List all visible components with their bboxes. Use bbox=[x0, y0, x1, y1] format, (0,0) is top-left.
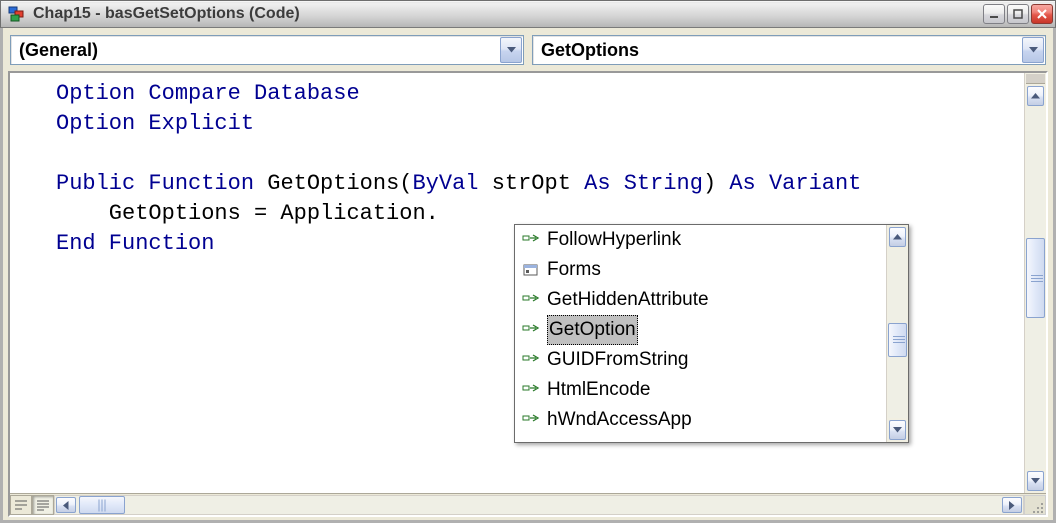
window-chrome: (General) GetOptions Option Compare Data… bbox=[0, 28, 1056, 523]
code-line: Option Explicit bbox=[56, 111, 254, 136]
object-icon bbox=[521, 262, 541, 278]
resize-grip[interactable] bbox=[1024, 495, 1046, 515]
editor-vscrollbar[interactable] bbox=[1024, 73, 1046, 493]
popup-scrollbar[interactable] bbox=[886, 225, 908, 442]
intellisense-item[interactable]: Forms bbox=[515, 255, 886, 285]
intellisense-item-label: GUIDFromString bbox=[547, 345, 688, 375]
dropdown-row: (General) GetOptions bbox=[6, 31, 1050, 69]
close-button[interactable] bbox=[1031, 4, 1053, 24]
scroll-down-button[interactable] bbox=[1027, 471, 1044, 491]
intellisense-item[interactable]: GetOption bbox=[515, 315, 886, 345]
method-icon bbox=[521, 232, 541, 248]
split-handle[interactable] bbox=[1026, 74, 1045, 84]
code-kw: ByVal bbox=[412, 171, 478, 196]
scroll-track[interactable] bbox=[1026, 108, 1045, 469]
titlebar[interactable]: Chap15 - basGetSetOptions (Code) bbox=[0, 0, 1056, 28]
scroll-track[interactable] bbox=[888, 249, 907, 418]
scroll-left-button[interactable] bbox=[56, 497, 76, 513]
intellisense-item[interactable]: FollowHyperlink bbox=[515, 225, 886, 255]
intellisense-item-label: FollowHyperlink bbox=[547, 225, 681, 255]
method-icon bbox=[521, 382, 541, 398]
procedure-combo-value: GetOptions bbox=[541, 40, 639, 61]
intellisense-item[interactable]: GUIDFromString bbox=[515, 345, 886, 375]
intellisense-item-label: HtmlEncode bbox=[547, 375, 651, 405]
bottom-strip bbox=[10, 493, 1046, 515]
method-icon bbox=[521, 352, 541, 368]
editor-hscrollbar[interactable] bbox=[54, 495, 1024, 515]
scroll-track[interactable] bbox=[78, 496, 1000, 514]
chevron-down-icon[interactable] bbox=[500, 37, 522, 63]
object-combo-value: (General) bbox=[19, 40, 98, 61]
scroll-up-button[interactable] bbox=[1027, 86, 1044, 106]
code-kw: Public bbox=[56, 171, 135, 196]
code-kw: Function bbox=[148, 171, 254, 196]
code-text: strOpt bbox=[479, 171, 585, 196]
intellisense-item-label: GetHiddenAttribute bbox=[547, 285, 709, 315]
scroll-thumb[interactable] bbox=[888, 323, 907, 357]
procedure-combo[interactable]: GetOptions bbox=[532, 35, 1046, 65]
intellisense-item[interactable]: HtmlEncode bbox=[515, 375, 886, 405]
window-title: Chap15 - basGetSetOptions (Code) bbox=[33, 5, 981, 23]
intellisense-item-label: Forms bbox=[547, 255, 601, 285]
view-full-module-button[interactable] bbox=[32, 495, 54, 515]
intellisense-item-label: hWndAccessApp bbox=[547, 405, 692, 435]
scroll-thumb[interactable] bbox=[1026, 238, 1045, 318]
scroll-up-button[interactable] bbox=[889, 227, 906, 247]
code-editor[interactable]: Option Compare Database Option Explicit … bbox=[56, 73, 1024, 493]
code-margin bbox=[10, 73, 56, 493]
code-line: GetOptions = Application. bbox=[56, 201, 439, 226]
code-line: End Function bbox=[56, 231, 214, 256]
code-text: ) bbox=[703, 171, 729, 196]
code-kw: As bbox=[729, 171, 755, 196]
method-icon bbox=[521, 322, 541, 338]
scroll-thumb[interactable] bbox=[79, 496, 125, 514]
code-kw: String bbox=[624, 171, 703, 196]
scroll-down-button[interactable] bbox=[889, 420, 906, 440]
code-text: GetOptions( bbox=[254, 171, 412, 196]
scroll-right-button[interactable] bbox=[1002, 497, 1022, 513]
method-icon bbox=[521, 412, 541, 428]
intellisense-item[interactable]: hWndAccessApp bbox=[515, 405, 886, 435]
code-line: Option Compare Database bbox=[56, 81, 360, 106]
minimize-button[interactable] bbox=[983, 4, 1005, 24]
object-combo[interactable]: (General) bbox=[10, 35, 524, 65]
view-procedure-button[interactable] bbox=[10, 495, 32, 515]
chevron-down-icon[interactable] bbox=[1022, 37, 1044, 63]
intellisense-item-label: GetOption bbox=[547, 315, 638, 345]
app-icon bbox=[7, 3, 29, 25]
method-icon bbox=[521, 292, 541, 308]
intellisense-popup[interactable]: FollowHyperlinkFormsGetHiddenAttributeGe… bbox=[514, 224, 909, 443]
code-kw: Variant bbox=[769, 171, 861, 196]
maximize-button[interactable] bbox=[1007, 4, 1029, 24]
code-kw: As bbox=[584, 171, 610, 196]
code-area: Option Compare Database Option Explicit … bbox=[8, 71, 1048, 517]
intellisense-item[interactable]: GetHiddenAttribute bbox=[515, 285, 886, 315]
